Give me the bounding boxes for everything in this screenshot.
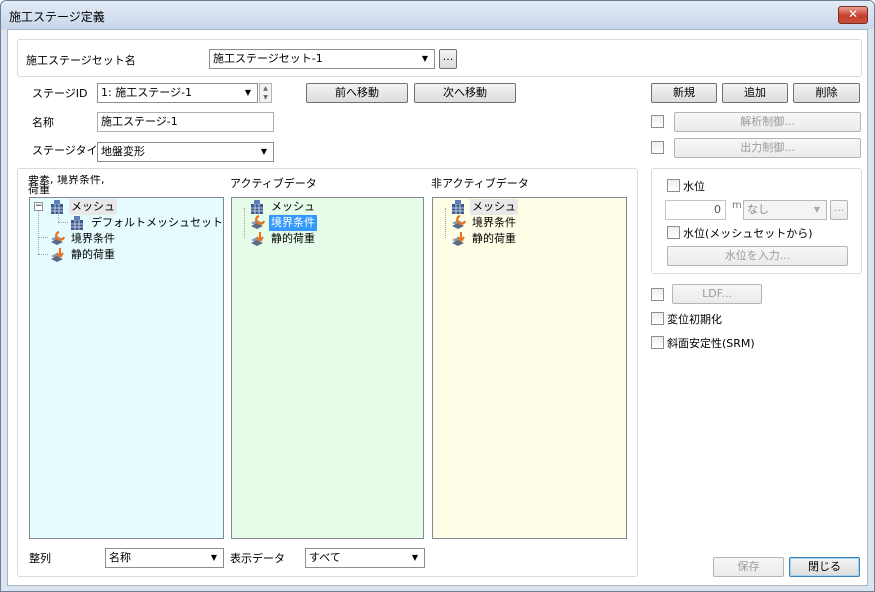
chevron-down-icon: ▼: [411, 553, 419, 562]
displacement-init-checkbox[interactable]: [651, 312, 664, 325]
spin-down-icon[interactable]: ▼: [260, 93, 271, 102]
stage-type-value: 地盤変形: [101, 145, 145, 158]
static-load-icon: [251, 232, 264, 246]
mesh-icon: [452, 200, 464, 214]
stage-type-dropdown[interactable]: 地盤変形 ▼: [97, 142, 274, 162]
analysis-control-button[interactable]: 解析制御...: [674, 112, 861, 132]
close-icon: ✕: [847, 7, 859, 21]
stage-set-dropdown[interactable]: 施工ステージセット-1 ▼: [209, 49, 435, 69]
water-level-input[interactable]: 0: [665, 200, 726, 220]
chevron-down-icon: ▼: [421, 54, 429, 63]
tree-item-label: 静的荷重: [271, 232, 315, 245]
display-data-dropdown[interactable]: すべて ▼: [305, 548, 425, 568]
tree-item-label: 境界条件: [472, 216, 516, 229]
water-function-dropdown[interactable]: なし ▼: [743, 200, 827, 220]
tree-item-label: 静的荷重: [71, 248, 115, 261]
output-control-button[interactable]: 出力制御...: [674, 138, 861, 158]
close-window-button[interactable]: ✕: [838, 6, 868, 24]
sort-dropdown[interactable]: 名称 ▼: [105, 548, 224, 568]
analysis-control-checkbox[interactable]: [651, 115, 664, 128]
sort-value: 名称: [109, 551, 131, 564]
boundary-condition-icon: [51, 231, 66, 245]
tree-item-label: メッシュ: [69, 199, 117, 215]
chevron-down-icon: ▼: [210, 553, 218, 562]
stage-set-value: 施工ステージセット-1: [213, 52, 323, 65]
stage-set-browse-button[interactable]: ...: [439, 49, 457, 69]
tree-item-label: 境界条件: [71, 232, 115, 245]
move-prev-button[interactable]: 前へ移動: [306, 83, 408, 103]
new-button[interactable]: 新規: [651, 83, 717, 103]
static-load-icon: [51, 248, 64, 262]
water-input-button[interactable]: 水位を入力...: [667, 246, 848, 266]
output-control-checkbox[interactable]: [651, 141, 664, 154]
dialog-body: 施工ステージセット名 施工ステージセット-1 ▼ ... ステージID 1: 施…: [7, 29, 868, 586]
inactive-list-label: 非アクティブデータ: [431, 177, 529, 190]
water-function-browse-button[interactable]: ...: [830, 200, 848, 220]
stage-name-label: 名称: [32, 116, 54, 129]
close-button[interactable]: 閉じる: [789, 557, 860, 577]
stage-set-label: 施工ステージセット名: [26, 54, 136, 67]
elements-list-label: 要素, 境界条件, 荷重: [28, 175, 105, 196]
boundary-condition-icon: [251, 215, 266, 229]
move-next-button[interactable]: 次へ移動: [414, 83, 516, 103]
active-list-label: アクティブデータ: [230, 177, 317, 190]
delete-button[interactable]: 削除: [793, 83, 860, 103]
tree-item-label: 境界条件: [269, 215, 317, 231]
chevron-down-icon: ▼: [244, 88, 252, 97]
stage-set-group: 施工ステージセット名 施工ステージセット-1 ▼ ...: [17, 39, 862, 77]
mesh-icon: [71, 216, 83, 230]
display-data-label: 表示データ: [230, 552, 285, 565]
stage-id-dropdown[interactable]: 1: 施工ステージ-1 ▼: [97, 83, 258, 103]
window-title: 施工ステージ定義: [9, 10, 105, 24]
water-from-mesh-label: 水位(メッシュセットから): [683, 227, 813, 240]
add-button[interactable]: 追加: [722, 83, 788, 103]
tree-item-label: メッシュ: [271, 200, 315, 213]
spin-up-icon[interactable]: ▲: [260, 84, 271, 93]
water-level-value: 0: [714, 203, 721, 216]
water-level-group: 水位 0 m なし ▼ ... 水位(メッシュセットから) 水位を入力...: [651, 168, 862, 274]
stage-id-value: 1: 施工ステージ-1: [101, 86, 192, 99]
boundary-condition-icon: [452, 215, 467, 229]
stage-name-input[interactable]: 施工ステージ-1: [97, 112, 274, 132]
stage-id-spinner[interactable]: ▲ ▼: [259, 83, 272, 103]
srm-checkbox[interactable]: [651, 336, 664, 349]
water-level-label: 水位: [683, 180, 705, 193]
tree-item-label: メッシュ: [470, 199, 518, 215]
tree-item-label: 静的荷重: [472, 232, 516, 245]
ldf-button[interactable]: LDF...: [672, 284, 762, 304]
elements-tree[interactable]: − メッシュ デフォルトメッシュセット 境界条件 静的荷重: [29, 197, 224, 539]
mesh-icon: [51, 200, 63, 214]
save-button[interactable]: 保存: [713, 557, 784, 577]
title-bar[interactable]: 施工ステージ定義 ✕: [1, 1, 874, 29]
display-data-value: すべて: [309, 551, 341, 564]
stage-definition-dialog: 施工ステージ定義 ✕ 施工ステージセット名 施工ステージセット-1 ▼ ... …: [0, 0, 875, 592]
chevron-down-icon: ▼: [260, 147, 268, 156]
sort-label: 整列: [29, 552, 51, 565]
water-level-unit: m: [732, 200, 742, 211]
water-function-value: なし: [747, 203, 769, 216]
water-level-checkbox[interactable]: [667, 179, 680, 192]
displacement-init-label: 変位初期化: [667, 313, 722, 326]
water-from-mesh-checkbox[interactable]: [667, 226, 680, 239]
ldf-checkbox[interactable]: [651, 288, 664, 301]
data-lists-group: 要素, 境界条件, 荷重 アクティブデータ 非アクティブデータ − メッシュ デ…: [17, 168, 638, 577]
srm-label: 斜面安定性(SRM): [667, 337, 755, 350]
chevron-down-icon: ▼: [813, 205, 821, 214]
collapse-icon[interactable]: −: [34, 202, 43, 211]
tree-item-label: デフォルトメッシュセット: [91, 216, 223, 229]
static-load-icon: [452, 232, 465, 246]
active-data-tree[interactable]: メッシュ 境界条件 静的荷重: [231, 197, 424, 539]
mesh-icon: [251, 200, 263, 214]
inactive-data-tree[interactable]: メッシュ 境界条件 静的荷重: [432, 197, 627, 539]
stage-id-label: ステージID: [32, 87, 88, 100]
